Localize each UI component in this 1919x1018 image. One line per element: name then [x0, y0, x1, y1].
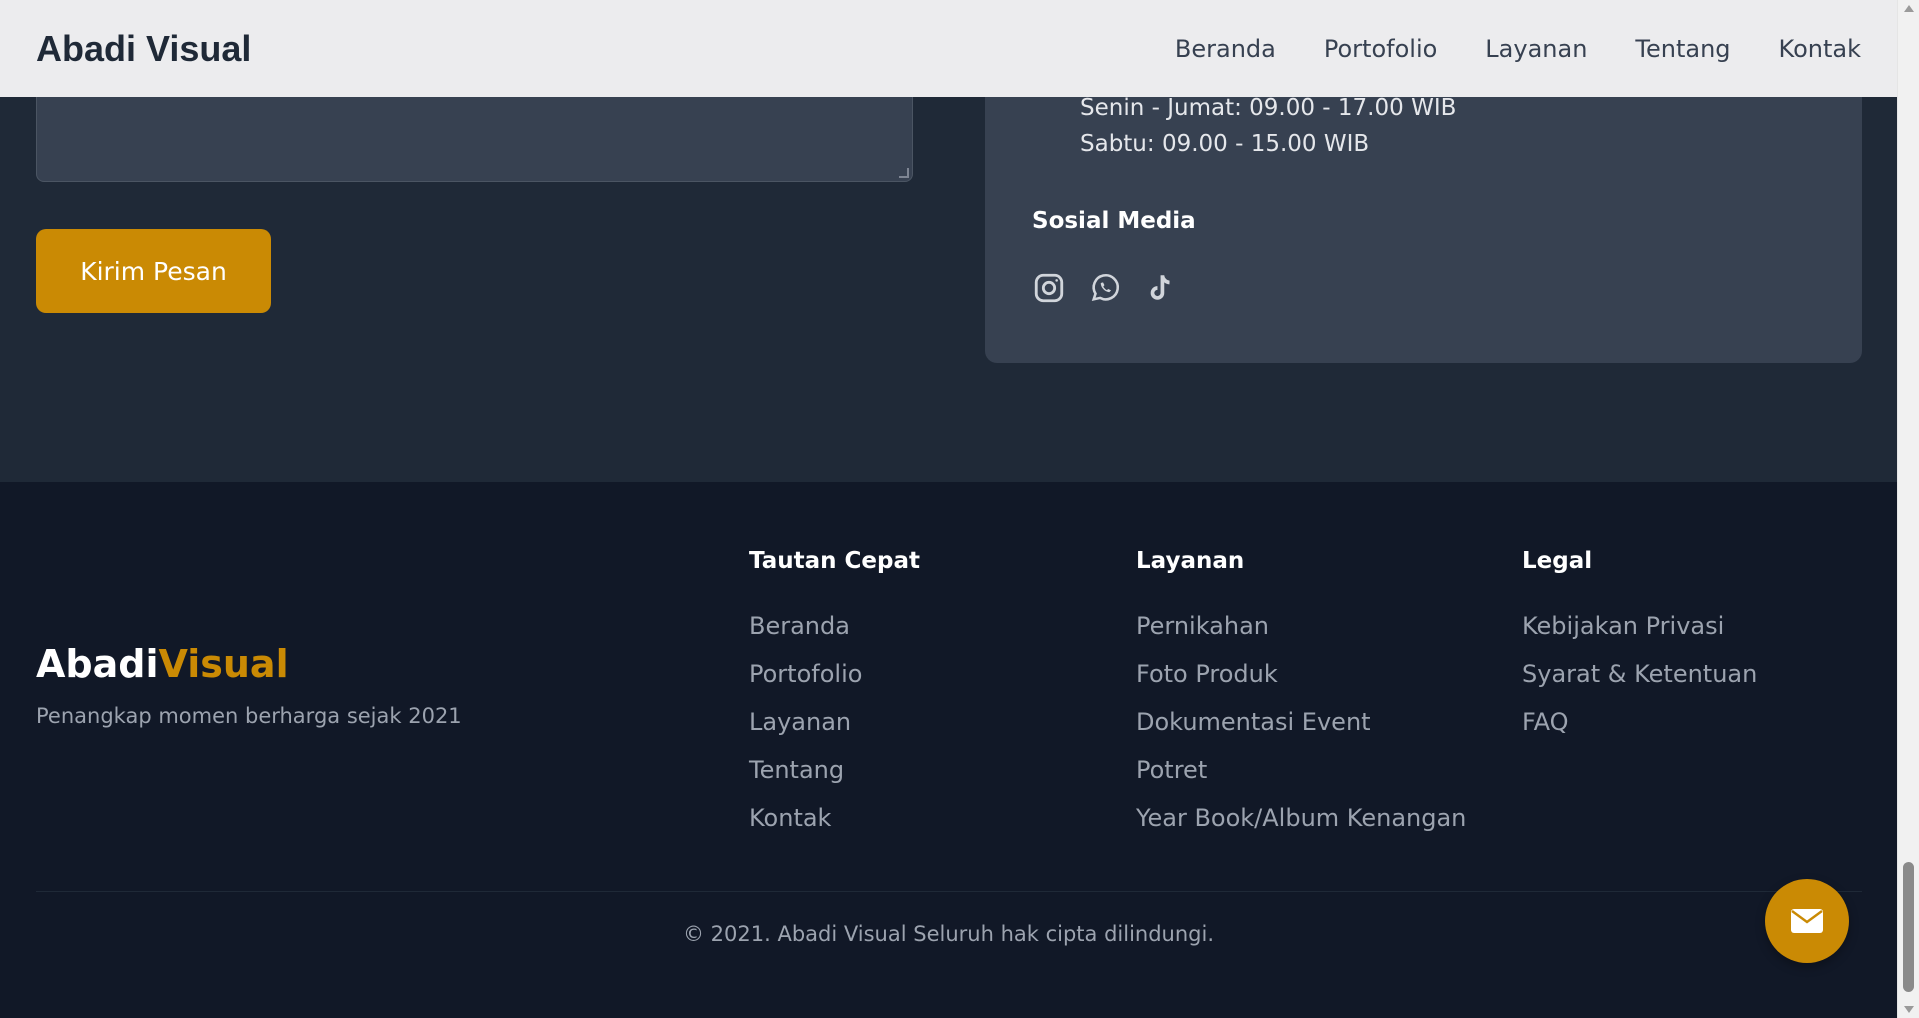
footer-legal-privacy[interactable]: Kebijakan Privasi [1522, 602, 1757, 650]
nav-layanan[interactable]: Layanan [1485, 35, 1587, 63]
instagram-icon[interactable] [1032, 270, 1066, 306]
contact-fab-button[interactable] [1765, 879, 1849, 963]
hours-saturday: Sabtu: 09.00 - 15.00 WIB [1080, 131, 1370, 157]
nav-tentang[interactable]: Tentang [1635, 35, 1730, 63]
footer-tagline: Penangkap momen berharga sejak 2021 [36, 704, 462, 728]
footer-legal-faq[interactable]: FAQ [1522, 698, 1757, 746]
site-header: Abadi Visual Beranda Portofolio Layanan … [0, 0, 1897, 97]
copyright-text: © 2021. Abadi Visual Seluruh hak cipta d… [683, 922, 1214, 946]
footer-logo: AbadiVisual [36, 642, 289, 686]
nav-portofolio[interactable]: Portofolio [1324, 35, 1437, 63]
scrollbar-thumb[interactable] [1903, 862, 1914, 992]
footer-service-pernikahan[interactable]: Pernikahan [1136, 602, 1466, 650]
quick-links-column: Tautan Cepat Beranda Portofolio Layanan … [749, 542, 920, 842]
social-icons [1032, 270, 1178, 306]
page: Kirim Pesan Senin - Jumat: 09.00 - 17.00… [0, 0, 1897, 1018]
footer-service-foto-produk[interactable]: Foto Produk [1136, 650, 1466, 698]
footer-link-portofolio[interactable]: Portofolio [749, 650, 920, 698]
footer-link-beranda[interactable]: Beranda [749, 602, 920, 650]
footer-logo-accent: Visual [158, 642, 289, 686]
footer-legal-terms[interactable]: Syarat & Ketentuan [1522, 650, 1757, 698]
nav-kontak[interactable]: Kontak [1779, 35, 1861, 63]
envelope-icon [1791, 909, 1823, 933]
footer-service-dokumentasi-event[interactable]: Dokumentasi Event [1136, 698, 1466, 746]
resize-handle[interactable] [899, 168, 909, 178]
site-footer: AbadiVisual Penangkap momen berharga sej… [0, 482, 1897, 1018]
footer-divider [36, 891, 1862, 892]
services-column: Layanan Pernikahan Foto Produk Dokumenta… [1136, 542, 1466, 842]
page-scrollbar[interactable] [1897, 0, 1919, 1018]
footer-link-layanan[interactable]: Layanan [749, 698, 920, 746]
main-nav: Beranda Portofolio Layanan Tentang Konta… [1175, 35, 1861, 63]
legal-column: Legal Kebijakan Privasi Syarat & Ketentu… [1522, 542, 1757, 746]
services-title: Layanan [1136, 548, 1245, 574]
footer-service-potret[interactable]: Potret [1136, 746, 1466, 794]
whatsapp-icon[interactable] [1088, 270, 1122, 306]
send-message-button[interactable]: Kirim Pesan [36, 229, 271, 313]
tiktok-icon[interactable] [1144, 270, 1178, 306]
site-logo[interactable]: Abadi Visual [36, 28, 251, 70]
scroll-down-icon[interactable] [1904, 1006, 1914, 1013]
footer-logo-main: Abadi [36, 642, 159, 686]
legal-title: Legal [1522, 548, 1593, 574]
footer-link-kontak[interactable]: Kontak [749, 794, 920, 842]
quick-links-title: Tautan Cepat [749, 548, 920, 574]
footer-link-tentang[interactable]: Tentang [749, 746, 920, 794]
business-hours: Senin - Jumat: 09.00 - 17.00 WIB Sabtu: … [1080, 90, 1456, 162]
scroll-up-icon[interactable] [1904, 5, 1914, 12]
footer-service-year-book[interactable]: Year Book/Album Kenangan [1136, 794, 1466, 842]
social-media-title: Sosial Media [1032, 208, 1196, 234]
nav-beranda[interactable]: Beranda [1175, 35, 1276, 63]
